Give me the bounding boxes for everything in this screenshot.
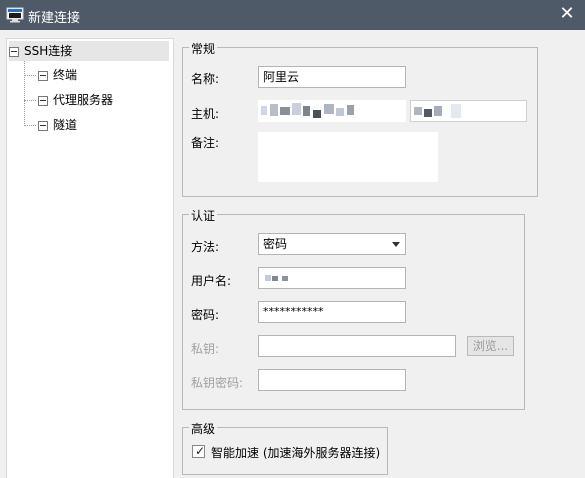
title-bar: 新建连接 ✕	[0, 0, 585, 30]
group-title: 认证	[189, 207, 218, 224]
username-label: 用户名:	[191, 274, 232, 288]
host-input[interactable]	[258, 100, 406, 122]
group-title: 高级	[189, 420, 218, 437]
tree-item-ssh[interactable]: SSH连接	[9, 41, 169, 61]
smart-accel-checkbox[interactable]: ✓	[192, 445, 205, 458]
close-button[interactable]: ✕	[557, 4, 577, 24]
tree-item-label: 终端	[53, 68, 78, 82]
method-select[interactable]: 密码	[258, 233, 406, 255]
tree-item-label: SSH连接	[24, 44, 73, 58]
close-icon: ✕	[559, 3, 575, 24]
tree-item-label: 代理服务器	[53, 93, 114, 107]
name-input[interactable]: 阿里云	[258, 66, 406, 88]
collapse-icon[interactable]	[9, 46, 19, 57]
password-input[interactable]: ***********	[258, 301, 406, 323]
note-label: 备注:	[191, 136, 220, 150]
tree-item-tunnel[interactable]: 隧道	[38, 115, 77, 135]
name-label: 名称:	[191, 72, 220, 86]
group-title: 常规	[189, 40, 218, 57]
port-input[interactable]	[410, 100, 527, 122]
private-key-label: 私钥:	[191, 342, 220, 356]
key-password-label: 私钥密码:	[191, 376, 244, 390]
chevron-down-icon	[392, 242, 400, 247]
key-password-input[interactable]	[258, 369, 406, 391]
tree-item-proxy[interactable]: 代理服务器	[38, 90, 113, 110]
collapse-icon[interactable]	[38, 120, 48, 131]
collapse-icon[interactable]	[38, 95, 48, 106]
tree-connector	[24, 100, 36, 101]
check-icon: ✓	[195, 444, 206, 458]
host-label: 主机:	[191, 107, 220, 121]
method-label: 方法:	[191, 240, 220, 254]
new-connection-dialog: 新建连接 ✕ SSH连接 终端 代理服务器 隧道 常规 名称: 阿里云 主机:	[0, 0, 585, 478]
window-title: 新建连接	[28, 11, 81, 26]
tree-connector	[24, 75, 36, 76]
browse-button[interactable]: 浏览...	[467, 336, 514, 356]
smart-accel-label[interactable]: 智能加速 (加速海外服务器连接)	[211, 444, 380, 461]
settings-tree: SSH连接 终端 代理服务器 隧道	[6, 38, 174, 478]
private-key-input[interactable]	[258, 335, 456, 357]
tree-item-label: 隧道	[53, 118, 78, 132]
terminal-window-icon	[6, 7, 24, 23]
tree-connector	[24, 61, 25, 124]
username-input[interactable]	[258, 267, 406, 289]
tree-item-terminal[interactable]: 终端	[38, 65, 77, 85]
note-textarea[interactable]	[258, 132, 438, 182]
password-label: 密码:	[191, 308, 220, 322]
collapse-icon[interactable]	[38, 70, 48, 81]
tree-connector	[24, 125, 36, 126]
method-select-value: 密码	[263, 237, 288, 251]
